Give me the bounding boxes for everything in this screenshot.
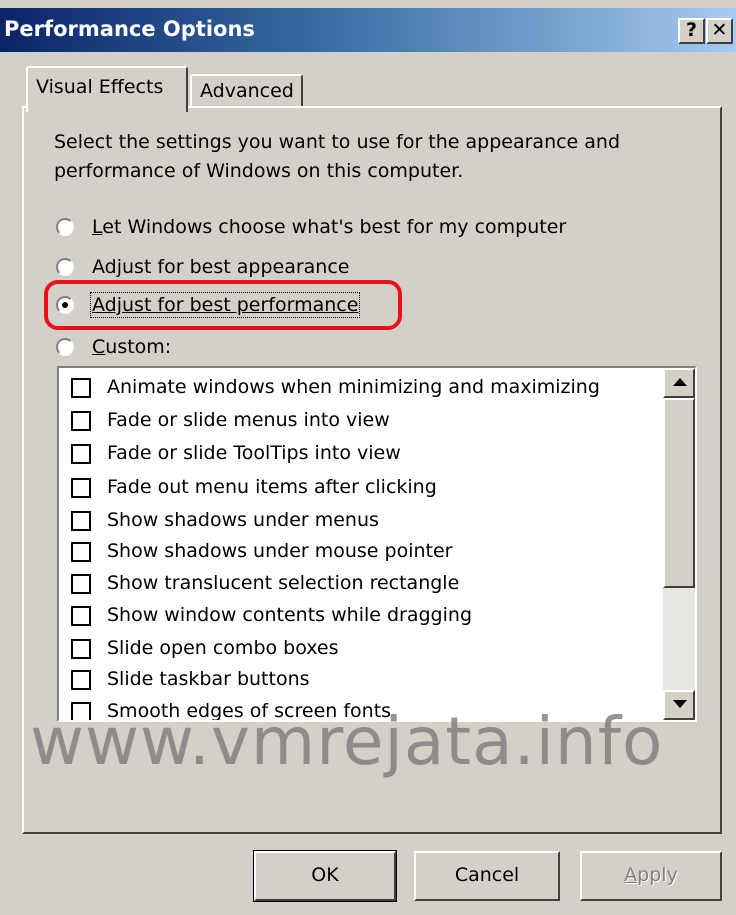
scroll-down-button[interactable]	[663, 690, 695, 720]
checkbox-icon[interactable]	[71, 511, 91, 531]
vertical-scrollbar[interactable]	[663, 368, 695, 720]
checkbox-icon[interactable]	[71, 411, 91, 431]
scrollbar-thumb[interactable]	[663, 398, 695, 588]
list-item-label: Show shadows under mouse pointer	[107, 540, 453, 562]
list-item-label: Fade or slide menus into view	[107, 409, 390, 431]
ok-button[interactable]: OK	[253, 850, 397, 902]
checkbox-icon[interactable]	[71, 444, 91, 464]
scroll-up-button[interactable]	[663, 368, 695, 398]
checkbox-icon[interactable]	[71, 542, 91, 562]
apply-button[interactable]: Apply	[580, 851, 722, 901]
help-button[interactable]: ?	[678, 18, 705, 44]
description-text: Select the settings you want to use for …	[54, 131, 621, 182]
red-highlight-annotation	[44, 280, 402, 330]
title-bar[interactable]: Performance Options ? ✕	[0, 8, 736, 52]
visual-effects-list[interactable]: Animate windows when minimizing and maxi…	[57, 366, 697, 722]
window-title: Performance Options	[4, 17, 255, 41]
checkbox-icon[interactable]	[71, 574, 91, 594]
list-item-label: Slide taskbar buttons	[107, 668, 310, 690]
checkbox-icon[interactable]	[71, 606, 91, 626]
list-item-label: Show shadows under menus	[107, 509, 379, 531]
list-item-label: Fade or slide ToolTips into view	[107, 442, 401, 464]
list-item-label: Animate windows when minimizing and maxi…	[107, 376, 600, 398]
tab-advanced[interactable]: Advanced	[190, 74, 303, 108]
checkbox-icon[interactable]	[71, 478, 91, 498]
list-item-label: Fade out menu items after clicking	[107, 476, 437, 498]
list-item-label: Show translucent selection rectangle	[107, 572, 460, 594]
radio-label: Adjust for best appearance	[92, 256, 350, 278]
radio-circle-icon[interactable]	[56, 338, 74, 356]
radio-label: Let Windows choose what's best for my co…	[92, 216, 567, 238]
list-item-label: Show window contents while dragging	[107, 604, 472, 626]
radio-circle-icon[interactable]	[56, 218, 74, 236]
arrow-down-icon	[673, 700, 687, 708]
radio-circle-icon[interactable]	[56, 258, 74, 276]
close-button[interactable]: ✕	[706, 18, 733, 44]
watermark-text: www.vmrejata.info	[30, 703, 664, 780]
performance-options-dialog: Performance Options ? ✕ Visual Effects A…	[0, 0, 736, 915]
checkbox-icon[interactable]	[71, 670, 91, 690]
list-item-label: Slide open combo boxes	[107, 637, 339, 659]
arrow-up-icon	[673, 378, 687, 386]
checkbox-icon[interactable]	[71, 378, 91, 398]
cancel-button[interactable]: Cancel	[414, 851, 560, 901]
checkbox-icon[interactable]	[71, 639, 91, 659]
radio-label: Custom:	[92, 336, 172, 358]
tab-visual-effects[interactable]: Visual Effects	[26, 66, 188, 112]
